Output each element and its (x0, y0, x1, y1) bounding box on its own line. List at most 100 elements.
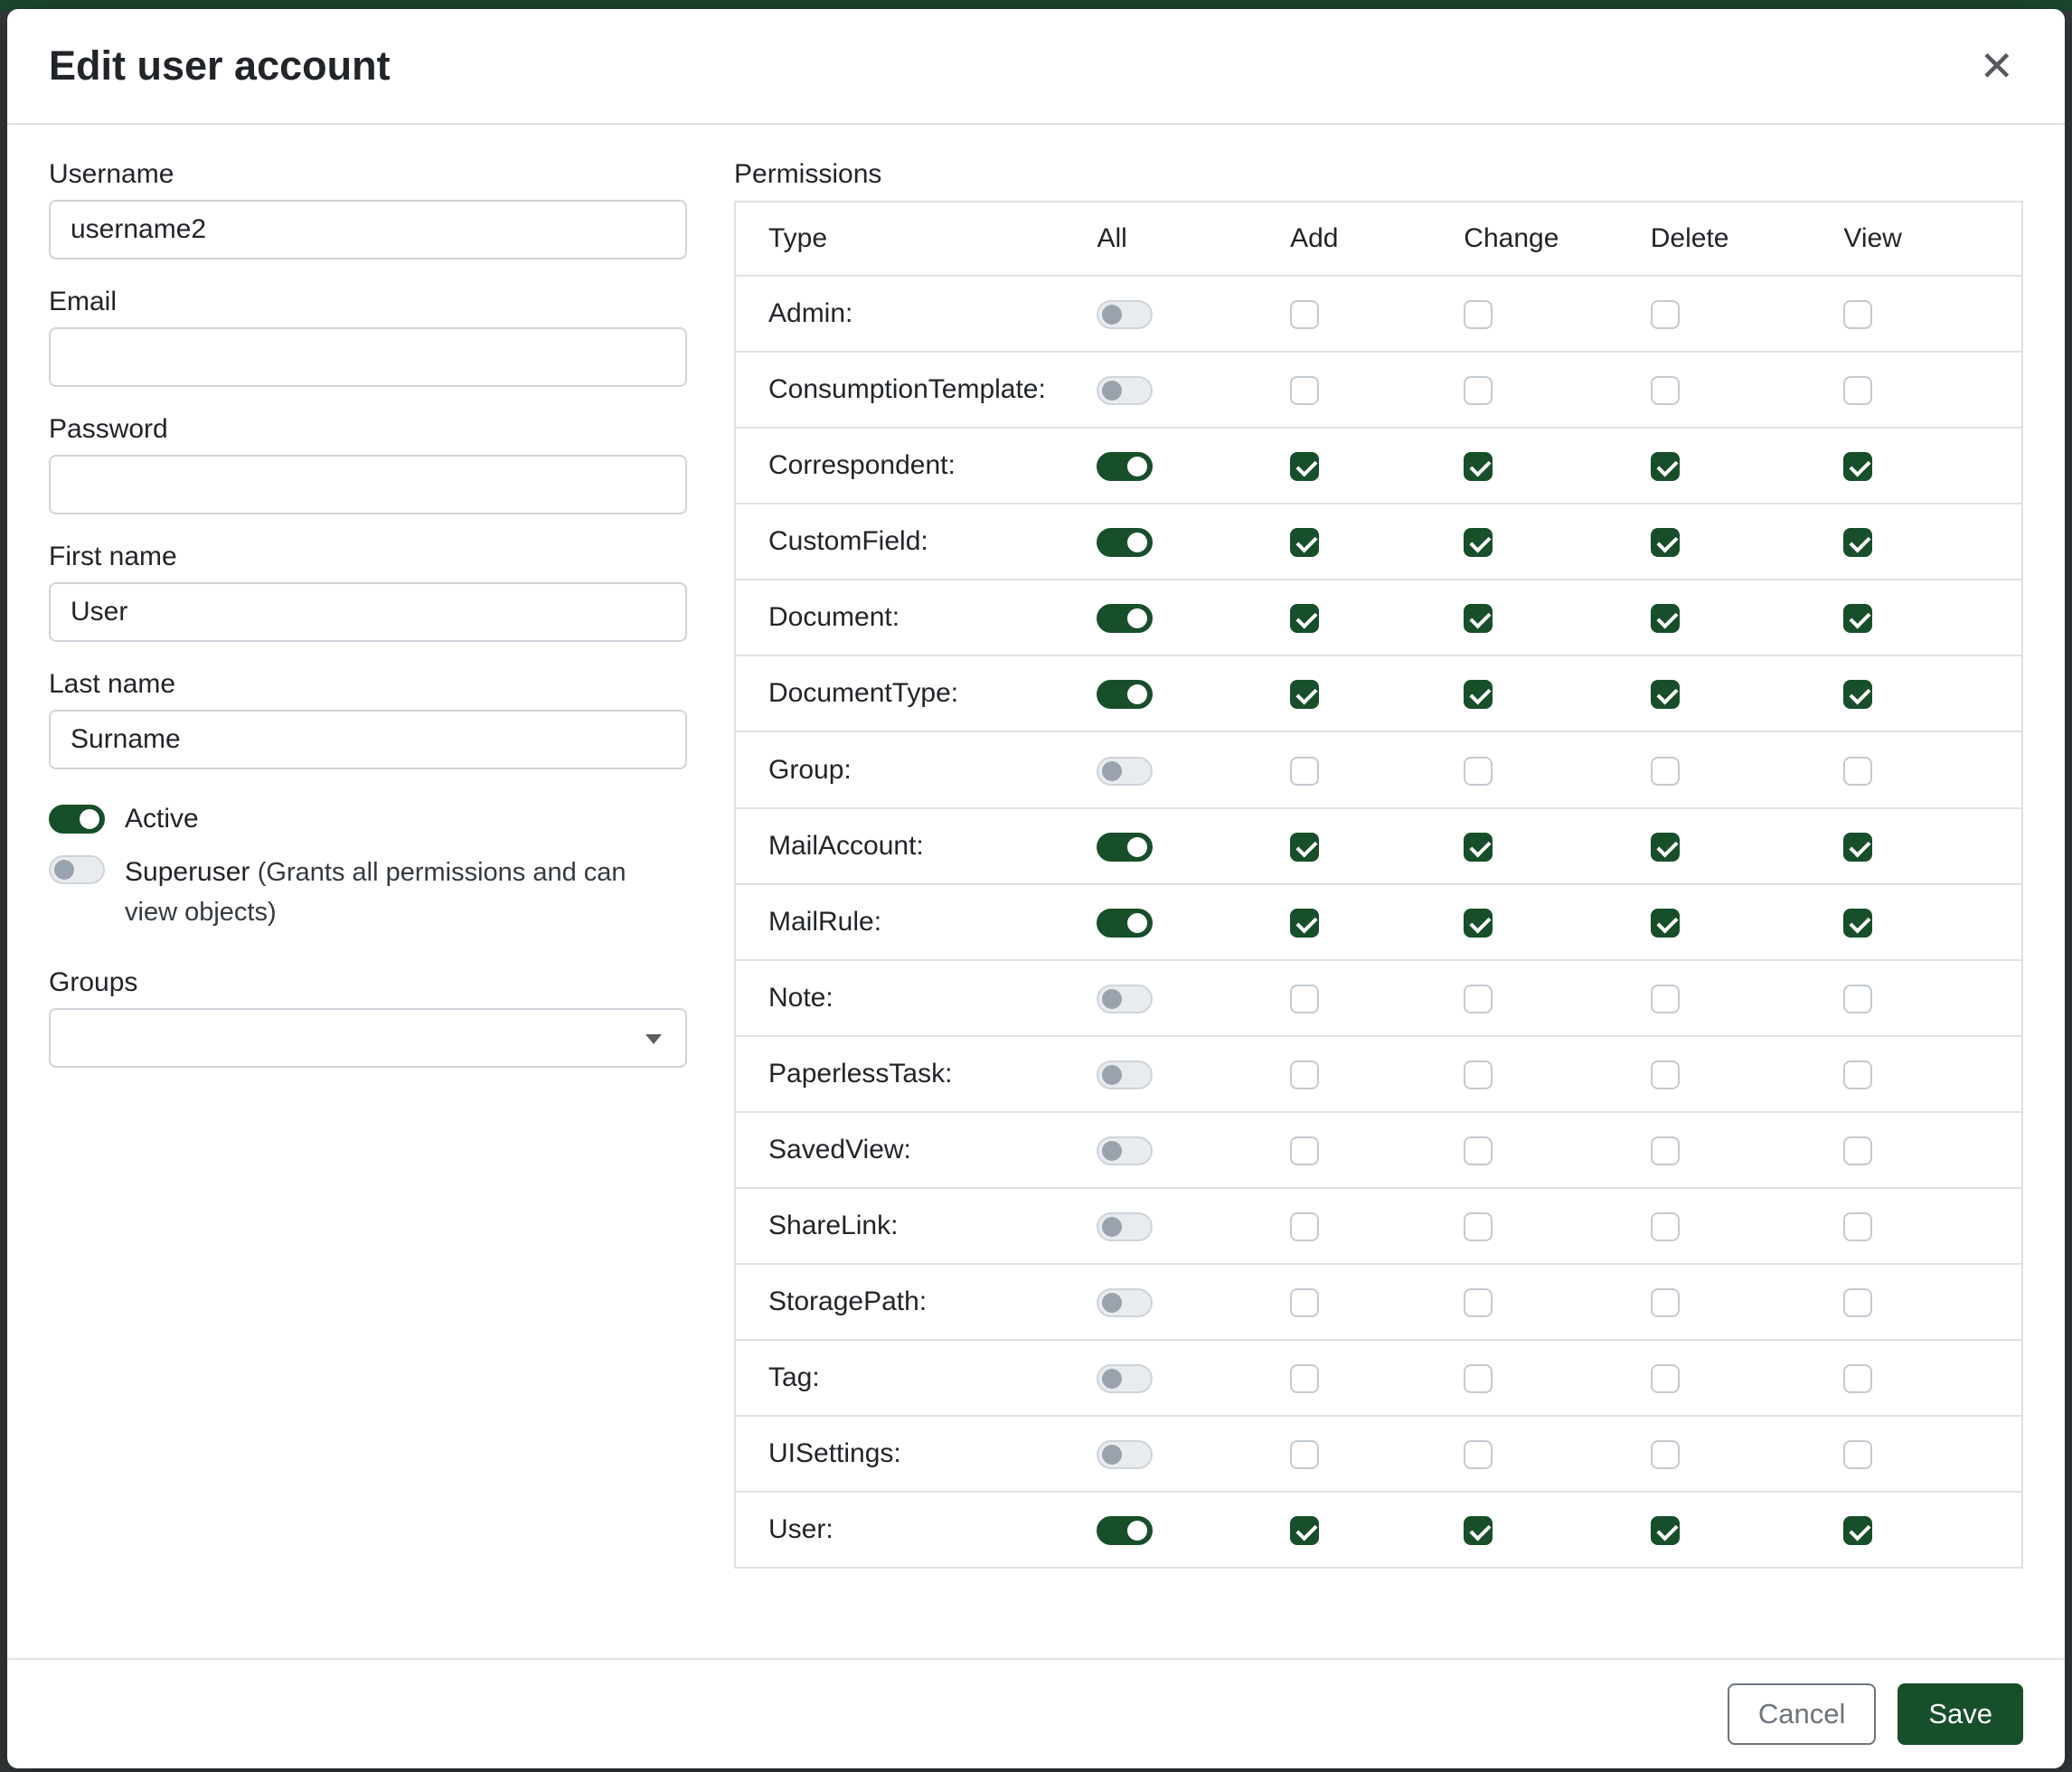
permission-all-toggle[interactable] (1097, 376, 1153, 405)
cancel-button[interactable]: Cancel (1728, 1683, 1877, 1745)
permission-change-checkbox[interactable] (1464, 604, 1493, 633)
permission-all-toggle[interactable] (1097, 1060, 1153, 1089)
permission-add-checkbox[interactable] (1290, 1516, 1319, 1545)
permission-view-checkbox[interactable] (1843, 1060, 1872, 1089)
permission-add-checkbox[interactable] (1290, 1136, 1319, 1165)
permission-view-checkbox[interactable] (1843, 452, 1872, 481)
permission-delete-checkbox[interactable] (1651, 604, 1680, 633)
permission-delete-checkbox[interactable] (1651, 680, 1680, 709)
permission-all-toggle[interactable] (1097, 1136, 1153, 1165)
permission-change-checkbox[interactable] (1464, 1212, 1493, 1241)
permission-delete-checkbox[interactable] (1651, 300, 1680, 329)
permission-delete-checkbox[interactable] (1651, 985, 1680, 1013)
permission-view-checkbox[interactable] (1843, 680, 1872, 709)
username-input[interactable] (49, 200, 687, 259)
permission-add-checkbox[interactable] (1290, 528, 1319, 557)
permission-delete-checkbox[interactable] (1651, 1516, 1680, 1545)
permission-all-toggle[interactable] (1097, 909, 1153, 938)
close-icon[interactable]: ✕ (1970, 40, 2023, 92)
permission-delete-checkbox[interactable] (1651, 1060, 1680, 1089)
permission-view-checkbox[interactable] (1843, 1136, 1872, 1165)
permission-row: DocumentType: (735, 655, 2022, 731)
permission-delete-checkbox[interactable] (1651, 1440, 1680, 1469)
permission-delete-checkbox[interactable] (1651, 1288, 1680, 1317)
permission-all-toggle[interactable] (1097, 1212, 1153, 1241)
permission-all-toggle[interactable] (1097, 1288, 1153, 1317)
permission-delete-checkbox[interactable] (1651, 1364, 1680, 1393)
permission-change-checkbox[interactable] (1464, 1060, 1493, 1089)
last-name-field[interactable] (49, 710, 687, 769)
permission-change-checkbox[interactable] (1464, 680, 1493, 709)
groups-select[interactable] (49, 1008, 687, 1068)
permission-add-checkbox[interactable] (1290, 833, 1319, 862)
permission-all-toggle[interactable] (1097, 604, 1153, 633)
permission-delete-checkbox[interactable] (1651, 833, 1680, 862)
permission-all-toggle[interactable] (1097, 528, 1153, 557)
permission-add-checkbox[interactable] (1290, 1212, 1319, 1241)
permission-change-checkbox[interactable] (1464, 1364, 1493, 1393)
permission-view-checkbox[interactable] (1843, 1440, 1872, 1469)
permission-all-toggle[interactable] (1097, 1516, 1153, 1545)
permission-add-checkbox[interactable] (1290, 604, 1319, 633)
permission-change-checkbox[interactable] (1464, 1440, 1493, 1469)
permission-change-checkbox[interactable] (1464, 1288, 1493, 1317)
permission-delete-checkbox[interactable] (1651, 452, 1680, 481)
permission-change-checkbox[interactable] (1464, 909, 1493, 938)
save-button[interactable]: Save (1898, 1683, 2023, 1745)
permission-delete-checkbox[interactable] (1651, 1136, 1680, 1165)
permission-view-checkbox[interactable] (1843, 300, 1872, 329)
permission-all-toggle[interactable] (1097, 452, 1153, 481)
permission-delete-checkbox[interactable] (1651, 376, 1680, 405)
permission-add-checkbox[interactable] (1290, 757, 1319, 786)
permission-view-checkbox[interactable] (1843, 833, 1872, 862)
permission-change-checkbox[interactable] (1464, 1516, 1493, 1545)
permission-add-checkbox[interactable] (1290, 452, 1319, 481)
permission-view-checkbox[interactable] (1843, 1516, 1872, 1545)
permission-delete-checkbox[interactable] (1651, 528, 1680, 557)
permission-add-checkbox[interactable] (1290, 1288, 1319, 1317)
permission-change-checkbox[interactable] (1464, 300, 1493, 329)
password-field[interactable] (49, 455, 687, 514)
permission-change-checkbox[interactable] (1464, 985, 1493, 1013)
last-name-group: Last name (49, 669, 687, 769)
permission-view-checkbox[interactable] (1843, 909, 1872, 938)
permission-change-checkbox[interactable] (1464, 528, 1493, 557)
permission-change-checkbox[interactable] (1464, 452, 1493, 481)
email-field[interactable] (49, 327, 687, 387)
permission-view-checkbox[interactable] (1843, 1288, 1872, 1317)
permission-all-toggle[interactable] (1097, 300, 1153, 329)
permission-delete-checkbox[interactable] (1651, 757, 1680, 786)
permission-all-toggle[interactable] (1097, 833, 1153, 862)
permission-add-checkbox[interactable] (1290, 1060, 1319, 1089)
column-header-type: Type (735, 202, 1082, 276)
permission-view-checkbox[interactable] (1843, 528, 1872, 557)
permission-change-checkbox[interactable] (1464, 1136, 1493, 1165)
permission-add-checkbox[interactable] (1290, 909, 1319, 938)
permission-view-checkbox[interactable] (1843, 757, 1872, 786)
permission-all-toggle[interactable] (1097, 1364, 1153, 1393)
permission-change-checkbox[interactable] (1464, 833, 1493, 862)
permission-add-checkbox[interactable] (1290, 1364, 1319, 1393)
permission-type-label: Document: (735, 580, 1082, 655)
active-toggle[interactable] (49, 805, 105, 834)
permission-add-checkbox[interactable] (1290, 376, 1319, 405)
permission-view-checkbox[interactable] (1843, 376, 1872, 405)
permission-change-checkbox[interactable] (1464, 757, 1493, 786)
permission-add-checkbox[interactable] (1290, 985, 1319, 1013)
first-name-field[interactable] (49, 582, 687, 642)
permission-all-toggle[interactable] (1097, 757, 1153, 786)
permission-add-checkbox[interactable] (1290, 300, 1319, 329)
permission-all-toggle[interactable] (1097, 680, 1153, 709)
permission-change-checkbox[interactable] (1464, 376, 1493, 405)
permission-delete-checkbox[interactable] (1651, 1212, 1680, 1241)
permission-all-toggle[interactable] (1097, 985, 1153, 1013)
permission-view-checkbox[interactable] (1843, 604, 1872, 633)
permission-view-checkbox[interactable] (1843, 985, 1872, 1013)
permission-all-toggle[interactable] (1097, 1440, 1153, 1469)
superuser-toggle[interactable] (49, 855, 105, 884)
permission-add-checkbox[interactable] (1290, 1440, 1319, 1469)
permission-view-checkbox[interactable] (1843, 1212, 1872, 1241)
permission-add-checkbox[interactable] (1290, 680, 1319, 709)
permission-delete-checkbox[interactable] (1651, 909, 1680, 938)
permission-view-checkbox[interactable] (1843, 1364, 1872, 1393)
